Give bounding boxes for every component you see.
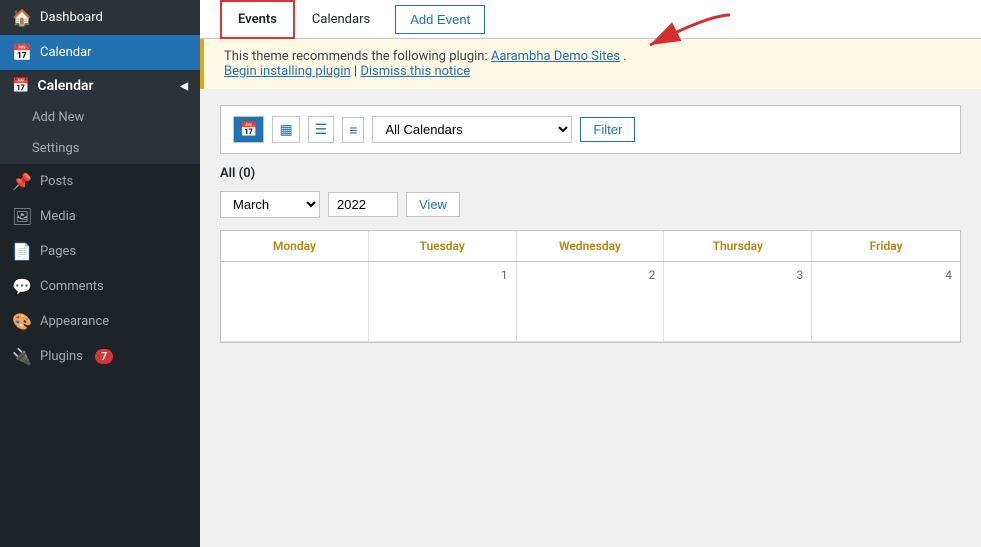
all-count: All (0): [220, 166, 961, 181]
month-select[interactable]: March: [220, 191, 320, 218]
sidebar-calendar-submenu: Add New Settings: [0, 102, 200, 164]
cal-header-friday: Friday: [812, 231, 960, 261]
cal-day-1: 1: [377, 268, 508, 282]
tab-calendars[interactable]: Calendars: [295, 1, 387, 38]
calendars-select[interactable]: All Calendars: [372, 116, 572, 143]
notice-bar: This theme recommends the following plug…: [200, 39, 981, 89]
view-button[interactable]: View: [406, 192, 460, 217]
sidebar-item-media[interactable]: 🖼 Media: [0, 199, 200, 234]
chevron-icon: ◀: [180, 81, 188, 92]
sidebar-item-appearance[interactable]: 🎨 Appearance: [0, 304, 200, 339]
sidebar-item-calendar-top[interactable]: 📅 Calendar: [0, 35, 200, 70]
view-week-icon-btn[interactable]: ▦: [272, 116, 299, 143]
notice-plugin-link[interactable]: Aarambha Demo Sites: [491, 49, 620, 64]
cal-header-wednesday: Wednesday: [517, 231, 665, 261]
dismiss-notice-link[interactable]: Dismiss this notice: [360, 64, 470, 79]
plugins-icon: 🔌: [12, 347, 32, 366]
sidebar-item-label: Posts: [40, 174, 73, 189]
list-view-icon: ☰: [315, 121, 328, 137]
cal-cell-2: 2: [517, 262, 665, 342]
sidebar-submenu-label: Settings: [32, 141, 79, 156]
sidebar-item-label: Pages: [40, 244, 76, 259]
sidebar-item-plugins[interactable]: 🔌 Plugins 7: [0, 339, 200, 374]
cal-header-monday: Monday: [221, 231, 369, 261]
cal-header-thursday: Thursday: [664, 231, 812, 261]
calendar-icon-parent: 📅: [12, 78, 29, 94]
cal-cell-4: 4: [812, 262, 960, 342]
sidebar-submenu-label: Add New: [32, 110, 84, 125]
sidebar-item-label: Comments: [40, 279, 104, 294]
sidebar-item-add-new[interactable]: Add New: [0, 102, 200, 133]
sidebar: 🏠 Dashboard 📅 Calendar 📅 Calendar ◀ Add …: [0, 0, 200, 547]
dashboard-icon: 🏠: [12, 8, 32, 27]
sidebar-item-label: Calendar: [40, 45, 92, 60]
pages-icon: 📄: [12, 242, 32, 261]
cal-day-3: 3: [672, 268, 803, 282]
sidebar-item-settings[interactable]: Settings: [0, 133, 200, 164]
cal-day-4: 4: [820, 268, 952, 282]
cal-header-tuesday: Tuesday: [369, 231, 517, 261]
sidebar-item-label: Media: [40, 209, 76, 224]
plugins-badge: 7: [95, 349, 113, 364]
tab-add-event-label: Add Event: [410, 12, 470, 27]
year-input[interactable]: [328, 192, 398, 217]
comments-icon: 💬: [12, 277, 32, 296]
sidebar-item-pages[interactable]: 📄 Pages: [0, 234, 200, 269]
cal-day-2: 2: [525, 268, 656, 282]
tab-events[interactable]: Events: [220, 0, 295, 39]
all-label: All: [220, 166, 235, 181]
compact-view-icon: ≡: [349, 122, 357, 138]
content-area: 📅 ▦ ☰ ≡ All Calendars Filter All (0) M: [200, 89, 981, 547]
sidebar-item-comments[interactable]: 💬 Comments: [0, 269, 200, 304]
sidebar-parent-label: Calendar: [37, 78, 93, 94]
sidebar-item-posts[interactable]: 📌 Posts: [0, 164, 200, 199]
cal-cell-3: 3: [664, 262, 812, 342]
calendar-icon: 📅: [12, 43, 32, 62]
sidebar-item-label: Plugins: [40, 349, 83, 364]
sidebar-item-dashboard[interactable]: 🏠 Dashboard: [0, 0, 200, 35]
week-view-icon: ▦: [279, 121, 292, 137]
month-view-icon: 📅: [240, 121, 257, 137]
month-year-row: March View: [220, 191, 961, 218]
appearance-icon: 🎨: [12, 312, 32, 331]
view-month-icon-btn[interactable]: 📅: [233, 116, 264, 143]
sidebar-calendar-parent[interactable]: 📅 Calendar ◀: [0, 70, 200, 102]
view-compact-icon-btn[interactable]: ≡: [342, 117, 364, 143]
begin-installing-link[interactable]: Begin installing plugin: [224, 64, 351, 79]
all-count-value: (0): [239, 166, 256, 181]
tabs-bar: Events Calendars Add Event: [200, 0, 981, 39]
filter-button[interactable]: Filter: [580, 117, 635, 142]
tab-events-label: Events: [238, 12, 277, 27]
calendar-grid: Monday Tuesday Wednesday Thursday Friday…: [220, 230, 961, 343]
posts-icon: 📌: [12, 172, 32, 191]
sidebar-item-label: Dashboard: [40, 10, 103, 25]
view-list-icon-btn[interactable]: ☰: [308, 116, 335, 143]
calendar-body-row-1: 1 2 3 4: [221, 262, 960, 342]
media-icon: 🖼: [12, 207, 32, 226]
tab-add-event[interactable]: Add Event: [395, 5, 485, 34]
cal-cell-empty: [221, 262, 369, 342]
notice-suffix: .: [623, 49, 626, 64]
cal-cell-1: 1: [369, 262, 517, 342]
tab-calendars-label: Calendars: [312, 12, 370, 27]
main-content: Events Calendars Add Event This theme re…: [200, 0, 981, 547]
calendar-toolbar: 📅 ▦ ☰ ≡ All Calendars Filter: [220, 105, 961, 154]
notice-text: This theme recommends the following plug…: [224, 49, 491, 64]
sidebar-item-label: Appearance: [40, 314, 109, 329]
calendar-header-row: Monday Tuesday Wednesday Thursday Friday: [221, 231, 960, 262]
